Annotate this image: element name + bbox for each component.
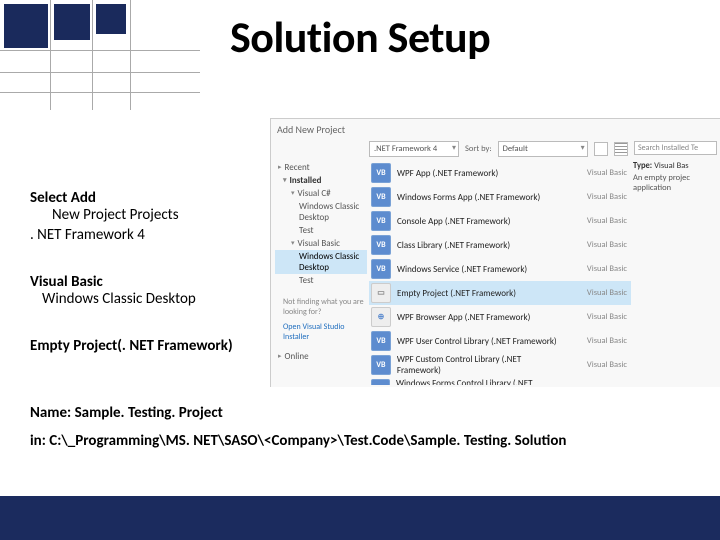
project-name-line: Name: Sample. Testing. Project <box>30 404 700 422</box>
project-name-path: Name: Sample. Testing. Project in: C:\_P… <box>30 404 700 450</box>
dialog-title: Add New Project <box>277 123 345 136</box>
template-icon: VB <box>371 163 391 183</box>
template-name: WPF App (.NET Framework) <box>397 168 565 179</box>
instruction-notes: Select Add New Project Projects . NET Fr… <box>30 190 285 386</box>
tree-vb-test[interactable]: Test <box>275 274 367 287</box>
template-row[interactable]: ▭ Empty Project (.NET Framework) Visual … <box>369 281 631 305</box>
template-row[interactable]: VB Class Library (.NET Framework) Visual… <box>369 233 631 257</box>
template-row[interactable]: VB WPF App (.NET Framework) Visual Basic <box>369 161 631 185</box>
template-lang: Visual Basic <box>574 384 631 385</box>
template-name: Windows Service (.NET Framework) <box>397 264 565 275</box>
note-line: New Project Projects <box>52 207 285 224</box>
template-name: WPF Custom Control Library (.NET Framewo… <box>397 354 566 376</box>
template-name: Console App (.NET Framework) <box>397 216 565 227</box>
open-installer-link[interactable]: Open Visual Studio Installer <box>275 323 367 342</box>
template-row[interactable]: VB WPF User Control Library (.NET Framew… <box>369 329 631 353</box>
tree-recent[interactable]: Recent <box>275 161 367 174</box>
tree-csharp[interactable]: Visual C# <box>275 187 367 200</box>
template-list: VB WPF App (.NET Framework) Visual Basic… <box>369 161 631 385</box>
template-description: Type: Visual Bas An empty projec applica… <box>633 161 719 194</box>
search-input[interactable]: Search Installed Te <box>634 141 717 155</box>
empty-project-icon: ▭ <box>371 283 391 303</box>
note-line: . NET Framework 4 <box>30 227 285 244</box>
desc-type-label: Type: <box>633 161 652 171</box>
template-icon: VB <box>371 235 391 255</box>
add-new-project-dialog: Add New Project .NET Framework 4 Sort by… <box>270 118 720 387</box>
note-line: Select Add <box>30 190 285 207</box>
template-icon: VB <box>371 211 391 231</box>
view-large-icon[interactable] <box>594 142 608 156</box>
tree-not-finding-text: Not finding what you are looking for? <box>275 297 367 317</box>
template-name: Windows Forms Control Library (.NET Fram… <box>396 378 568 385</box>
template-row[interactable]: VB Windows Forms App (.NET Framework) Vi… <box>369 185 631 209</box>
tree-vb[interactable]: Visual Basic <box>275 237 367 250</box>
view-detail-icon[interactable] <box>614 142 628 156</box>
template-lang: Visual Basic <box>571 288 631 298</box>
desc-type-value: Visual Bas <box>654 161 689 171</box>
project-type-tree: Recent Installed Visual C# Windows Class… <box>275 161 367 363</box>
template-row[interactable]: ⊕ WPF Browser App (.NET Framework) Visua… <box>369 305 631 329</box>
template-lang: Visual Basic <box>571 336 631 346</box>
note-line: Windows Classic Desktop <box>42 291 285 308</box>
template-name: Windows Forms App (.NET Framework) <box>397 192 565 203</box>
template-lang: Visual Basic <box>571 168 631 178</box>
template-row[interactable]: VB WPF Custom Control Library (.NET Fram… <box>369 353 631 377</box>
project-path-line: in: C:\_Programming\MS. NET\SASO\<Compan… <box>30 432 700 450</box>
tree-online[interactable]: Online <box>275 350 367 363</box>
template-lang: Visual Basic <box>571 240 631 250</box>
template-row[interactable]: VB Windows Forms Control Library (.NET F… <box>369 377 631 385</box>
template-lang: Visual Basic <box>572 360 631 370</box>
template-row[interactable]: VB Console App (.NET Framework) Visual B… <box>369 209 631 233</box>
globe-icon: ⊕ <box>371 307 391 327</box>
template-icon: VB <box>371 187 391 207</box>
slide-title: Solution Setup <box>230 10 490 64</box>
note-line: Empty Project(. NET Framework) <box>30 338 285 355</box>
template-icon: VB <box>371 331 391 351</box>
template-icon: VB <box>371 379 390 385</box>
template-icon: VB <box>371 259 391 279</box>
template-row[interactable]: VB Windows Service (.NET Framework) Visu… <box>369 257 631 281</box>
sort-by-selector[interactable]: Default <box>498 141 588 157</box>
template-lang: Visual Basic <box>571 312 631 322</box>
tree-csharp-desktop[interactable]: Windows Classic Desktop <box>275 200 367 224</box>
template-name: Class Library (.NET Framework) <box>397 240 565 251</box>
sort-by-label: Sort by: <box>465 144 492 154</box>
slide-footer-bar <box>0 496 720 540</box>
template-name: WPF Browser App (.NET Framework) <box>397 312 565 323</box>
slide-deco-grid <box>0 0 200 110</box>
template-name: Empty Project (.NET Framework) <box>397 288 565 299</box>
tree-csharp-test[interactable]: Test <box>275 224 367 237</box>
tree-installed[interactable]: Installed <box>275 174 367 187</box>
template-lang: Visual Basic <box>571 216 631 226</box>
template-lang: Visual Basic <box>571 264 631 274</box>
framework-selector[interactable]: .NET Framework 4 <box>369 141 459 157</box>
desc-text: An empty projec application <box>633 173 717 193</box>
note-line: Visual Basic <box>30 274 285 291</box>
template-icon: VB <box>371 355 391 375</box>
template-name: WPF User Control Library (.NET Framework… <box>397 336 565 347</box>
tree-vb-desktop[interactable]: Windows Classic Desktop <box>275 250 367 274</box>
template-lang: Visual Basic <box>571 192 631 202</box>
